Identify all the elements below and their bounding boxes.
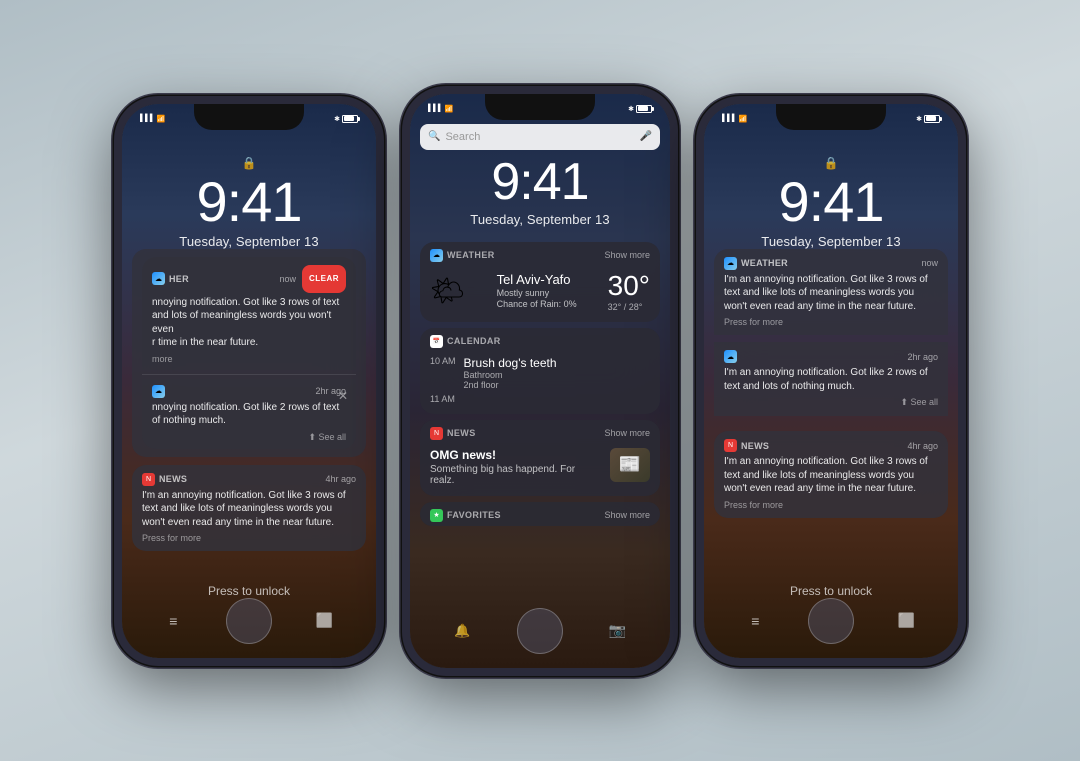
today-widgets-middle: ☁ WEATHER Show more 🌤 Tel Aviv-Yafo Most… [420,242,660,526]
weather-range: 32° / 28° [608,302,650,312]
widget-weather-icon: ☁ [430,249,443,262]
widget-news-show-more[interactable]: Show more [604,428,650,438]
status-left-middle: ▌▌▌ 📶 [428,105,454,113]
widget-favorites-name: FAVORITES [447,510,501,520]
calendar-event-row: 10 AM Brush dog's teeth Bathroom 2nd flo… [430,356,650,390]
phones-container: ▌▌▌ 📶 ✱ 🔒 9:41 Tuesday, September 13 [94,0,986,761]
search-bar-middle[interactable]: 🔍 Search 🎤 [420,124,660,150]
status-left-right: ▌▌▌ 📶 [722,115,748,123]
status-right-middle: ✱ [628,105,652,113]
battery-right [924,115,940,123]
status-bar-right: ▌▌▌ 📶 ✱ [704,109,958,129]
news-sub: Something big has happend. For realz. [430,464,602,486]
search-placeholder-middle: Search [445,131,634,143]
mic-icon-middle: 🎤 [640,131,652,142]
weather-condition: Mostly sunny [497,288,577,298]
widget-favorites-app-info: ★ FAVORITES [430,509,501,522]
widget-calendar-name: CALENDAR [447,336,501,346]
phone-right: ▌▌▌ 📶 ✱ 🔒 9:41 Tuesday, September 13 [696,96,966,666]
status-bar-left: ▌▌▌ 📶 ✱ [122,109,376,129]
widget-news-app-info: N NEWS [430,427,476,440]
signal-icon-middle: ▌▌▌ [428,105,443,112]
status-right-right: ✱ [916,115,940,123]
calendar-event-title: Brush dog's teeth [464,356,557,370]
calendar-event-details: Brush dog's teeth Bathroom 2nd floor [464,356,557,390]
time-middle: 9:41 [410,156,670,208]
phone-middle: ▌▌▌ 📶 ✱ 🔍 Search 🎤 9:41 Tuesday [402,86,678,676]
lock-icon-left: 🔒 [242,156,257,170]
bt-icon-middle: ✱ [628,105,634,113]
bt-icon-right: ✱ [916,115,922,123]
weather-info-middle: Tel Aviv-Yafo Mostly sunny Chance of Rai… [497,272,577,309]
widget-calendar-body: 10 AM Brush dog's teeth Bathroom 2nd flo… [420,352,660,414]
date-left: Tuesday, September 13 [179,234,318,249]
time-right: 9:41 [779,174,884,230]
widget-calendar-header: 📅 CALENDAR [420,328,660,352]
bell-icon-middle[interactable]: 🔔 [452,624,472,638]
widget-weather-show-more[interactable]: Show more [604,250,650,260]
status-left-left: ▌▌▌ 📶 [140,115,166,123]
bottom-bar-middle: 🔔 📷 [410,608,670,654]
news-thumbnail: 📰 [610,448,650,482]
wifi-icon-right: 📶 [739,115,748,123]
lock-content-right: 🔒 9:41 Tuesday, September 13 [704,104,958,658]
phone-left-screen: ▌▌▌ 📶 ✱ 🔒 9:41 Tuesday, September 13 [122,104,376,658]
news-headline: OMG news! [430,448,602,462]
date-right: Tuesday, September 13 [761,234,900,249]
weather-city: Tel Aviv-Yafo [497,272,577,287]
widget-calendar-app-info: 📅 CALENDAR [430,335,501,348]
battery-middle [636,105,652,113]
widget-calendar-icon: 📅 [430,335,443,348]
search-icon-middle: 🔍 [428,131,440,142]
camera-icon-middle[interactable]: 📷 [608,624,628,638]
weather-rain: Chance of Rain: 0% [497,299,577,309]
widget-weather-body: 🌤 Tel Aviv-Yafo Mostly sunny Chance of R… [420,266,660,322]
time-left: 9:41 [197,174,302,230]
status-right-left: ✱ [334,115,358,123]
battery-fill-middle [638,106,648,111]
sun-icon: 🌤 [430,274,466,307]
battery-icon-left [342,115,358,123]
widget-calendar-middle[interactable]: 📅 CALENDAR 10 AM Brush dog's teeth Bathr… [420,328,660,414]
widget-weather-header: ☁ WEATHER Show more [420,242,660,266]
widget-favorites-show-more[interactable]: Show more [604,510,650,520]
lock-icon-right: 🔒 [824,156,839,170]
widget-weather-app-info: ☁ WEATHER [430,249,495,262]
calendar-time-col: 10 AM [430,356,456,366]
widget-news-middle[interactable]: N NEWS Show more OMG news! Something big… [420,420,660,496]
phone-left: ▌▌▌ 📶 ✱ 🔒 9:41 Tuesday, September 13 [114,96,384,666]
wifi-icon-left: 📶 [157,115,166,123]
status-bar-middle: ▌▌▌ 📶 ✱ [410,99,670,119]
lock-content-left: 🔒 9:41 Tuesday, September 13 [122,104,376,658]
today-time-middle: 9:41 Tuesday, September 13 [410,156,670,227]
calendar-event-location: Bathroom [464,370,557,380]
weather-temp-area: 30° 32° / 28° [608,270,650,312]
date-middle: Tuesday, September 13 [410,212,670,227]
weather-temp: 30° [608,270,650,302]
calendar-time: 10 AM [430,356,456,366]
widget-news-icon: N [430,427,443,440]
home-button-middle[interactable] [517,608,563,654]
widget-weather-middle[interactable]: ☁ WEATHER Show more 🌤 Tel Aviv-Yafo Most… [420,242,660,322]
phone-right-screen: ▌▌▌ 📶 ✱ 🔒 9:41 Tuesday, September 13 [704,104,958,658]
widget-weather-name: WEATHER [447,250,495,260]
widget-favorites-header: ★ FAVORITES Show more [420,502,660,526]
battery-fill-left [344,116,354,121]
phone-middle-screen: ▌▌▌ 📶 ✱ 🔍 Search 🎤 9:41 Tuesday [410,94,670,668]
widget-news-name: NEWS [447,428,476,438]
calendar-event-floor: 2nd floor [464,380,557,390]
battery-fill-right [926,116,936,121]
signal-icon-right: ▌▌▌ [722,115,737,122]
widget-news-body: OMG news! Something big has happend. For… [420,444,660,496]
widget-favorites-icon: ★ [430,509,443,522]
widget-favorites-middle[interactable]: ★ FAVORITES Show more [420,502,660,526]
bluetooth-icon-left: ✱ [334,115,340,123]
calendar-next-time: 11 AM [430,394,650,404]
news-text-middle: OMG news! Something big has happend. For… [430,448,602,486]
signal-icon-left: ▌▌▌ [140,115,155,122]
widget-news-header: N NEWS Show more [420,420,660,444]
wifi-icon-middle: 📶 [445,105,454,113]
